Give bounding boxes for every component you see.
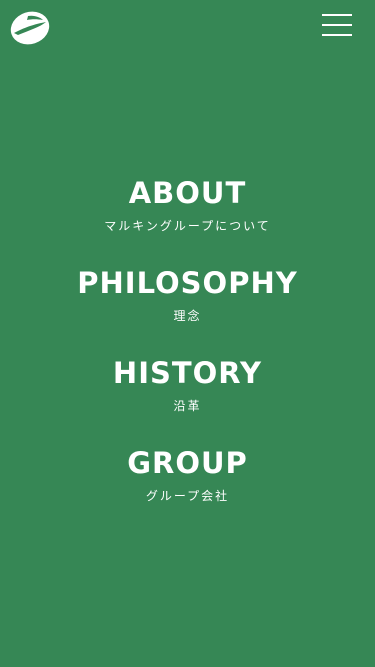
menu-bar-top [322, 14, 352, 16]
nav-item-group[interactable]: GROUP グループ会社 [0, 438, 375, 528]
nav-item-subtitle: 沿革 [173, 399, 202, 413]
hamburger-menu-icon[interactable] [320, 12, 354, 38]
main-navigation: ABOUT マルキングループについて PHILOSOPHY 理念 HISTORY… [0, 168, 375, 528]
menu-bar-bottom [322, 34, 352, 36]
nav-item-title: HISTORY [112, 356, 263, 390]
menu-bar-middle [322, 24, 352, 26]
nav-item-title: PHILOSOPHY [77, 266, 298, 300]
nav-item-history[interactable]: HISTORY 沿革 [0, 348, 375, 438]
menu-screen: ABOUT マルキングループについて PHILOSOPHY 理念 HISTORY… [0, 0, 375, 667]
nav-item-subtitle: マルキングループについて [104, 219, 271, 233]
nav-item-title: ABOUT [128, 176, 247, 210]
nav-item-title: GROUP [127, 446, 248, 480]
nav-item-about[interactable]: ABOUT マルキングループについて [0, 168, 375, 258]
nav-item-subtitle: グループ会社 [145, 489, 230, 503]
nav-item-subtitle: 理念 [173, 309, 202, 323]
brand-logo-icon[interactable] [10, 11, 50, 45]
nav-item-philosophy[interactable]: PHILOSOPHY 理念 [0, 258, 375, 348]
